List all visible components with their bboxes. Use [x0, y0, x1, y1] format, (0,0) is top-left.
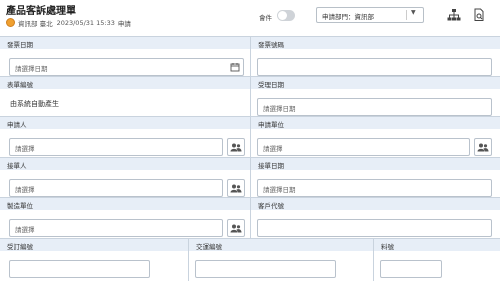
- toggle-label: 會件: [259, 14, 272, 22]
- accept-date-cell: 受理日期 請選擇日期: [250, 77, 500, 116]
- apply-unit-cell: 申請單位 請選擇: [250, 117, 500, 157]
- users-icon: [230, 143, 242, 151]
- avatar: [6, 18, 15, 27]
- receive-date-placeholder: 請選擇日期: [263, 186, 296, 194]
- page-title: 產品客訴處理單: [6, 6, 76, 17]
- invoice-date-placeholder: 請選擇日期: [15, 65, 48, 73]
- accept-date-placeholder: 請選擇日期: [263, 105, 296, 113]
- dept-select[interactable]: 申請部門：資訊部 ▼: [316, 7, 424, 23]
- form-row: 製造單位 請選擇 客戶代號: [0, 198, 500, 239]
- status-badge: 申請: [117, 19, 131, 28]
- apply-unit-label: 申請單位: [251, 117, 500, 129]
- receiver-placeholder: 請選擇: [15, 186, 35, 194]
- apply-unit-input[interactable]: 請選擇: [257, 138, 470, 156]
- calendar-icon[interactable]: [230, 62, 240, 72]
- pick-applicant-button[interactable]: [227, 138, 245, 156]
- applicant-label: 申請人: [0, 117, 250, 129]
- complaint-form: 發票日期 請選擇日期 發票號碼 表單編號 由系統自動產生 受理日期 請選擇日期 …: [0, 36, 500, 281]
- pick-receiver-button[interactable]: [227, 179, 245, 197]
- order-no-cell: 受訂編號: [0, 239, 188, 281]
- mfg-unit-input[interactable]: 請選擇: [9, 219, 223, 237]
- customer-code-cell: 客戶代號: [250, 198, 500, 238]
- document-search-icon[interactable]: [472, 8, 486, 22]
- apply-unit-placeholder: 請選擇: [263, 145, 283, 153]
- form-row: 接單人 請選擇 接單日期 請選擇日期: [0, 158, 500, 198]
- form-no-label: 表單編號: [0, 77, 250, 89]
- accept-date-input[interactable]: 請選擇日期: [257, 98, 492, 116]
- form-no-value: 由系統自動產生: [10, 100, 59, 108]
- pick-mfg-unit-button[interactable]: [227, 219, 245, 237]
- invoice-no-input[interactable]: [257, 58, 492, 76]
- invoice-date-label: 發票日期: [0, 37, 250, 49]
- customer-code-input[interactable]: [257, 219, 492, 237]
- delivery-no-cell: 交運編號: [188, 239, 373, 281]
- users-icon: [230, 224, 242, 232]
- invoice-date-input[interactable]: 請選擇日期: [9, 58, 244, 76]
- invoice-no-cell: 發票號碼: [250, 37, 500, 76]
- applicant-placeholder: 請選擇: [15, 145, 35, 153]
- form-row: 受訂編號 交運編號 料號: [0, 239, 500, 281]
- part-no-cell: 料號: [373, 239, 500, 281]
- mfg-unit-cell: 製造單位 請選擇: [0, 198, 250, 238]
- form-row: 申請人 請選擇 申請單位 請選擇: [0, 117, 500, 158]
- form-meta: 資訊部 臺北 2023/05/31 15:33 申請: [6, 17, 131, 28]
- users-icon: [230, 184, 242, 192]
- pick-apply-unit-button[interactable]: [474, 138, 492, 156]
- receive-date-label: 接單日期: [251, 158, 500, 170]
- part-no-label: 料號: [374, 239, 500, 251]
- select-divider: [406, 10, 407, 20]
- invoice-date-cell: 發票日期 請選擇日期: [0, 37, 250, 76]
- countersign-toggle[interactable]: [277, 10, 295, 21]
- receive-date-cell: 接單日期 請選擇日期: [250, 158, 500, 197]
- receiver-input[interactable]: 請選擇: [9, 179, 223, 197]
- form-row: 發票日期 請選擇日期 發票號碼: [0, 37, 500, 77]
- toggle-knob: [278, 11, 287, 20]
- delivery-no-label: 交運編號: [189, 239, 373, 251]
- applicant-input[interactable]: 請選擇: [9, 138, 223, 156]
- created-datetime: 2023/05/31 15:33: [56, 18, 115, 27]
- users-icon: [477, 143, 489, 151]
- order-no-input[interactable]: [9, 260, 150, 278]
- form-no-cell: 表單編號 由系統自動產生: [0, 77, 250, 116]
- page-header: 產品客訴處理單 資訊部 臺北 2023/05/31 15:33 申請 會件 申請…: [0, 0, 500, 33]
- receiver-label: 接單人: [0, 158, 250, 170]
- accept-date-label: 受理日期: [251, 77, 500, 89]
- order-no-label: 受訂編號: [0, 239, 188, 251]
- form-row: 表單編號 由系統自動產生 受理日期 請選擇日期: [0, 77, 500, 117]
- org-chart-icon[interactable]: [447, 8, 461, 22]
- dept-select-value: 申請部門：資訊部: [322, 13, 374, 21]
- mfg-unit-placeholder: 請選擇: [15, 226, 35, 234]
- mfg-unit-label: 製造單位: [0, 198, 250, 210]
- part-no-input[interactable]: [380, 260, 442, 278]
- user-name: 資訊部 臺北: [18, 19, 53, 28]
- invoice-no-label: 發票號碼: [251, 37, 500, 49]
- delivery-no-input[interactable]: [195, 260, 336, 278]
- chevron-down-icon[interactable]: ▼: [411, 9, 416, 16]
- receive-date-input[interactable]: 請選擇日期: [257, 179, 492, 197]
- customer-code-label: 客戶代號: [251, 198, 500, 210]
- applicant-cell: 申請人 請選擇: [0, 117, 250, 157]
- receiver-cell: 接單人 請選擇: [0, 158, 250, 197]
